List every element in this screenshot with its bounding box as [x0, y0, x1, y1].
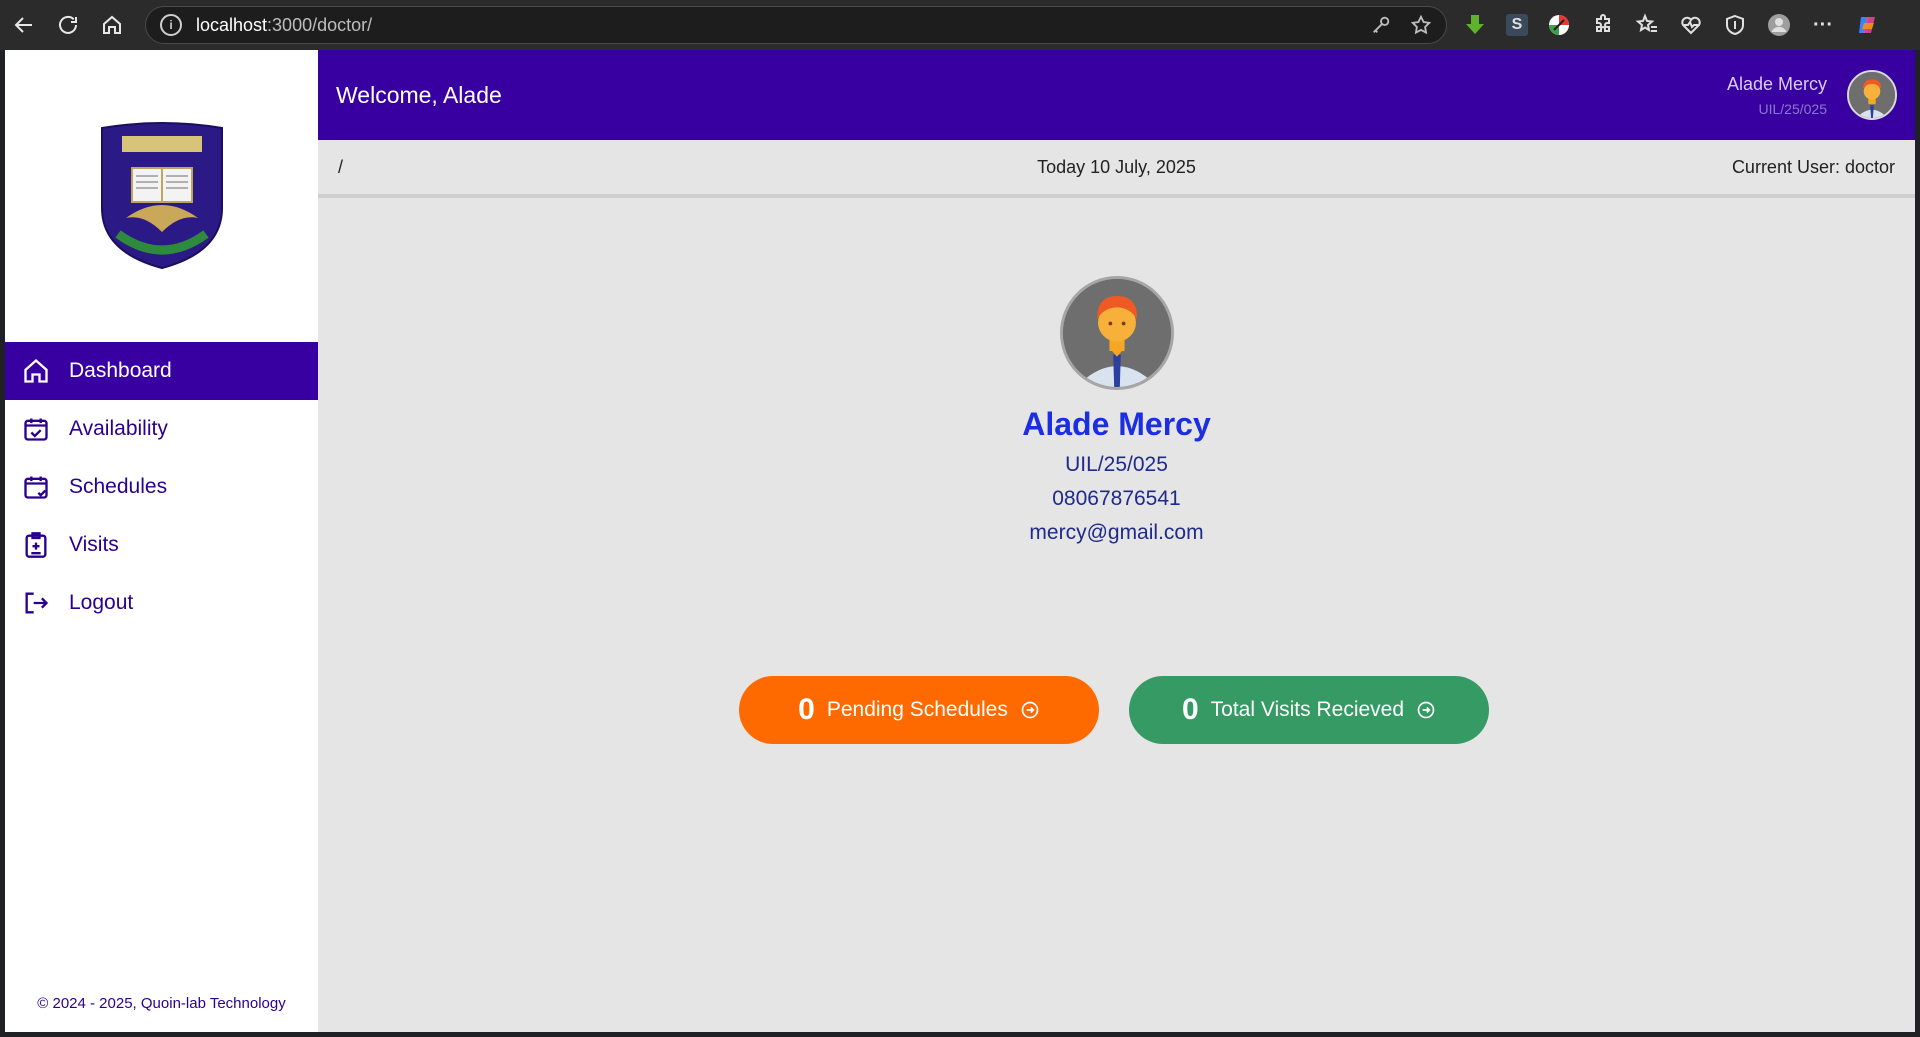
header-user-name: Alade Mercy — [1726, 73, 1827, 94]
total-visits-button[interactable]: 0 Total Visits Recieved — [1129, 676, 1489, 744]
sidebar-item-availability[interactable]: Availability — [5, 400, 318, 458]
site-info-icon[interactable]: i — [160, 14, 182, 36]
top-header: Welcome, Alade Alade Mercy UIL/25/025 — [318, 50, 1915, 140]
user-menu[interactable]: Alade Mercy UIL/25/025 — [1727, 70, 1897, 120]
user-info: Alade Mercy UIL/25/025 — [1727, 74, 1827, 117]
breadcrumb-bar: / Today 10 July, 2025 Current User: doct… — [318, 140, 1915, 198]
back-button[interactable] — [2, 3, 46, 47]
visits-label: Total Visits Recieved — [1210, 698, 1405, 721]
browser-toolbar: i localhost:3000/doctor/ S ··· — [0, 0, 1920, 50]
sidebar-item-label: Schedules — [69, 475, 168, 498]
logo-area — [5, 50, 318, 342]
sidebar-item-visits[interactable]: Visits — [5, 516, 318, 574]
url-host: localhost — [196, 14, 268, 35]
logout-icon — [21, 588, 51, 618]
more-menu-icon[interactable]: ··· — [1810, 12, 1836, 38]
arrow-left-icon — [14, 17, 32, 33]
profile-avatar — [1059, 276, 1174, 390]
sidebar-item-schedules[interactable]: Schedules — [5, 458, 318, 516]
sidebar-item-label: Visits — [69, 533, 119, 556]
pending-schedules-button[interactable]: 0 Pending Schedules — [739, 676, 1099, 744]
visits-count: 0 — [1181, 693, 1199, 726]
shield-icon[interactable] — [1722, 12, 1748, 38]
sidebar-item-label: Logout — [69, 591, 134, 614]
university-crest-logo — [100, 122, 223, 270]
profile-card: Alade Mercy UIL/25/025 08067876541 mercy… — [318, 276, 1915, 545]
app-window: Dashboard Availability Schedules Visits — [5, 50, 1915, 1032]
address-bar[interactable]: i localhost:3000/doctor/ — [145, 6, 1447, 44]
url-path: :3000/doctor/ — [267, 14, 373, 35]
welcome-text: Welcome, Alade — [336, 81, 502, 108]
sidebar: Dashboard Availability Schedules Visits — [5, 50, 318, 1032]
home-button[interactable] — [90, 3, 134, 47]
header-user-id: UIL/25/025 — [1758, 100, 1828, 117]
profile-name: Alade Mercy — [1022, 406, 1211, 442]
sidebar-item-label: Dashboard — [69, 359, 172, 382]
download-extension-icon[interactable] — [1462, 12, 1488, 38]
main-content: Welcome, Alade Alade Mercy UIL/25/025 / … — [318, 50, 1915, 1032]
sidebar-item-dashboard[interactable]: Dashboard — [5, 342, 318, 400]
reload-icon — [59, 15, 77, 34]
copyright-text: © 2024 - 2025, Quoin-lab Technology — [37, 995, 286, 1012]
calendar-check-icon — [21, 414, 51, 444]
sidebar-menu: Dashboard Availability Schedules Visits — [5, 342, 318, 632]
favorites-icon[interactable] — [1634, 12, 1660, 38]
profile-icon[interactable] — [1766, 12, 1792, 38]
star-icon[interactable] — [1410, 14, 1432, 36]
breadcrumb[interactable]: / — [338, 157, 343, 178]
stats-row: 0 Pending Schedules 0 Total Visits Recie… — [318, 676, 1915, 744]
profile-id: UIL/25/025 — [1065, 453, 1168, 476]
key-icon[interactable] — [1370, 14, 1392, 36]
clipboard-medical-icon — [21, 530, 51, 560]
arrow-circle-right-icon — [1021, 701, 1039, 719]
calendar-icon — [21, 472, 51, 502]
profile-phone: 08067876541 — [1052, 487, 1181, 510]
color-extension-icon[interactable] — [1546, 12, 1572, 38]
pending-label: Pending Schedules — [826, 698, 1008, 721]
s-extension-icon[interactable]: S — [1506, 14, 1528, 36]
puzzle-icon[interactable] — [1590, 12, 1616, 38]
health-icon[interactable] — [1678, 12, 1704, 38]
pending-count: 0 — [798, 693, 815, 726]
copilot-icon[interactable] — [1854, 12, 1880, 38]
reload-button[interactable] — [46, 3, 90, 47]
arrow-circle-right-icon — [1417, 701, 1435, 719]
home-icon — [21, 356, 51, 386]
sidebar-item-logout[interactable]: Logout — [5, 574, 318, 632]
home-icon — [103, 15, 121, 34]
extensions-bar: S ··· — [1462, 0, 1880, 50]
sidebar-item-label: Availability — [69, 417, 168, 440]
profile-email: mercy@gmail.com — [1029, 521, 1204, 544]
current-user-label: Current User: doctor — [1731, 156, 1895, 177]
today-date: Today 10 July, 2025 — [1037, 156, 1196, 177]
avatar[interactable] — [1847, 70, 1897, 120]
